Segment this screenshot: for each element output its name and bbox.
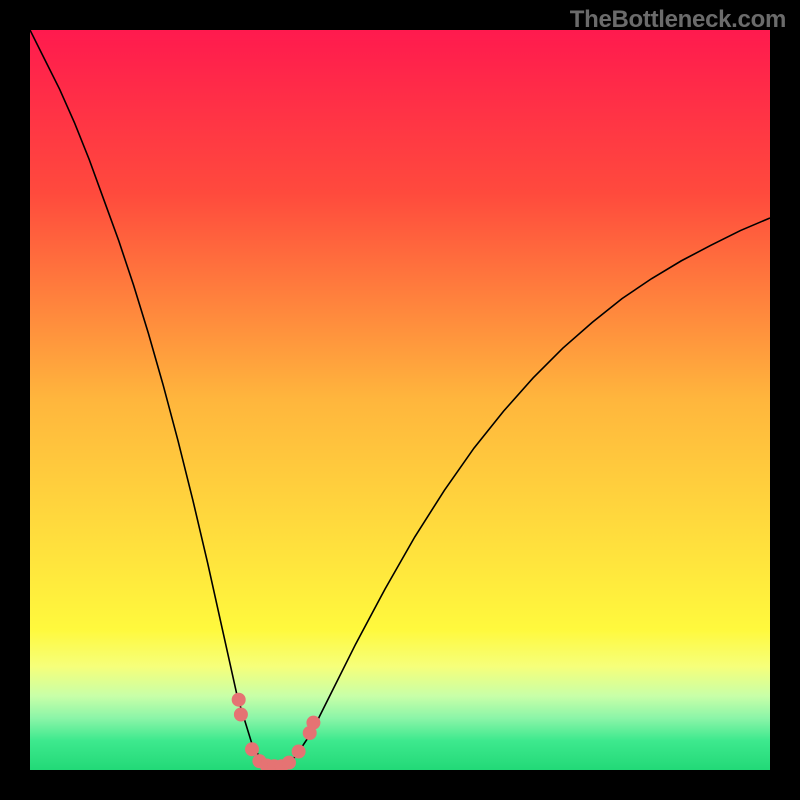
highlight-dot (232, 693, 246, 707)
highlight-dot (292, 745, 306, 759)
chart-frame: TheBottleneck.com (0, 0, 800, 800)
highlight-dot (282, 756, 296, 770)
highlight-dot (234, 708, 248, 722)
highlight-dot (245, 742, 259, 756)
chart-svg (30, 30, 770, 770)
plot-area (30, 30, 770, 770)
highlight-dot (306, 716, 320, 730)
gradient-background (30, 30, 770, 770)
